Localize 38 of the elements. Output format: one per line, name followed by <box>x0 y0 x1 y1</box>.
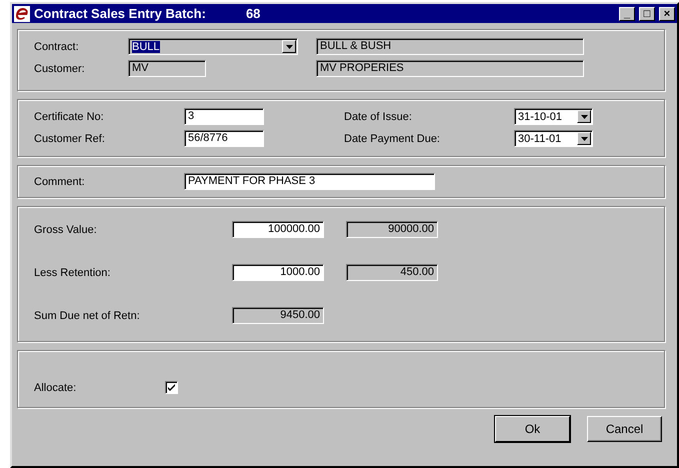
allocate-checkbox[interactable] <box>165 381 178 394</box>
amount-field[interactable]: 1000.00 <box>232 264 324 281</box>
check-icon <box>168 384 175 391</box>
dropdown-arrow-icon <box>286 44 292 48</box>
window-title: Contract Sales Entry Batch: <box>34 6 206 21</box>
computed-amount-field: 9450.00 <box>232 307 324 324</box>
field-label: Comment: <box>34 176 86 188</box>
field-label: Certificate No: <box>34 110 105 122</box>
app-logo-icon <box>14 6 30 22</box>
field-label: Date Payment Due: <box>344 132 441 144</box>
field-label: Gross Value: <box>34 224 98 236</box>
field-label: Contract: <box>34 40 80 52</box>
text-field[interactable]: 56/8776 <box>184 130 264 147</box>
date-picker[interactable]: 30-11-01 <box>514 130 593 147</box>
text-field[interactable]: 3 <box>184 108 264 125</box>
field-label: Less Retention: <box>34 266 112 278</box>
ok-button[interactable]: Ok <box>495 416 570 442</box>
field-label: Customer Ref: <box>34 132 106 144</box>
comment-field[interactable]: PAYMENT FOR PHASE 3 <box>184 173 435 190</box>
minimize-button[interactable]: _ <box>619 6 635 20</box>
computed-amount-field: 90000.00 <box>346 221 438 238</box>
cancel-button[interactable]: Cancel <box>587 416 662 442</box>
close-button[interactable]: × <box>659 6 675 20</box>
field-label: Date of Issue: <box>344 110 413 122</box>
computed-amount-field: 450.00 <box>346 264 438 281</box>
field-label: Customer: <box>34 62 86 74</box>
field-label: Allocate: <box>34 382 78 394</box>
amount-field[interactable]: 100000.00 <box>232 221 324 238</box>
contract-combo[interactable]: BULL <box>128 38 298 55</box>
date-picker[interactable]: 31-10-01 <box>514 108 593 125</box>
field-label: Sum Due net of Retn: <box>34 310 141 322</box>
customer-name-field: MV PROPERIES <box>316 60 584 77</box>
dropdown-arrow-icon <box>580 136 588 140</box>
customer-field: MV <box>128 60 206 77</box>
dropdown-arrow-icon <box>580 114 588 118</box>
maximize-button[interactable]: □ <box>639 6 655 20</box>
batch-number: 68 <box>246 6 260 21</box>
contract-name-field: BULL & BUSH <box>316 38 584 55</box>
